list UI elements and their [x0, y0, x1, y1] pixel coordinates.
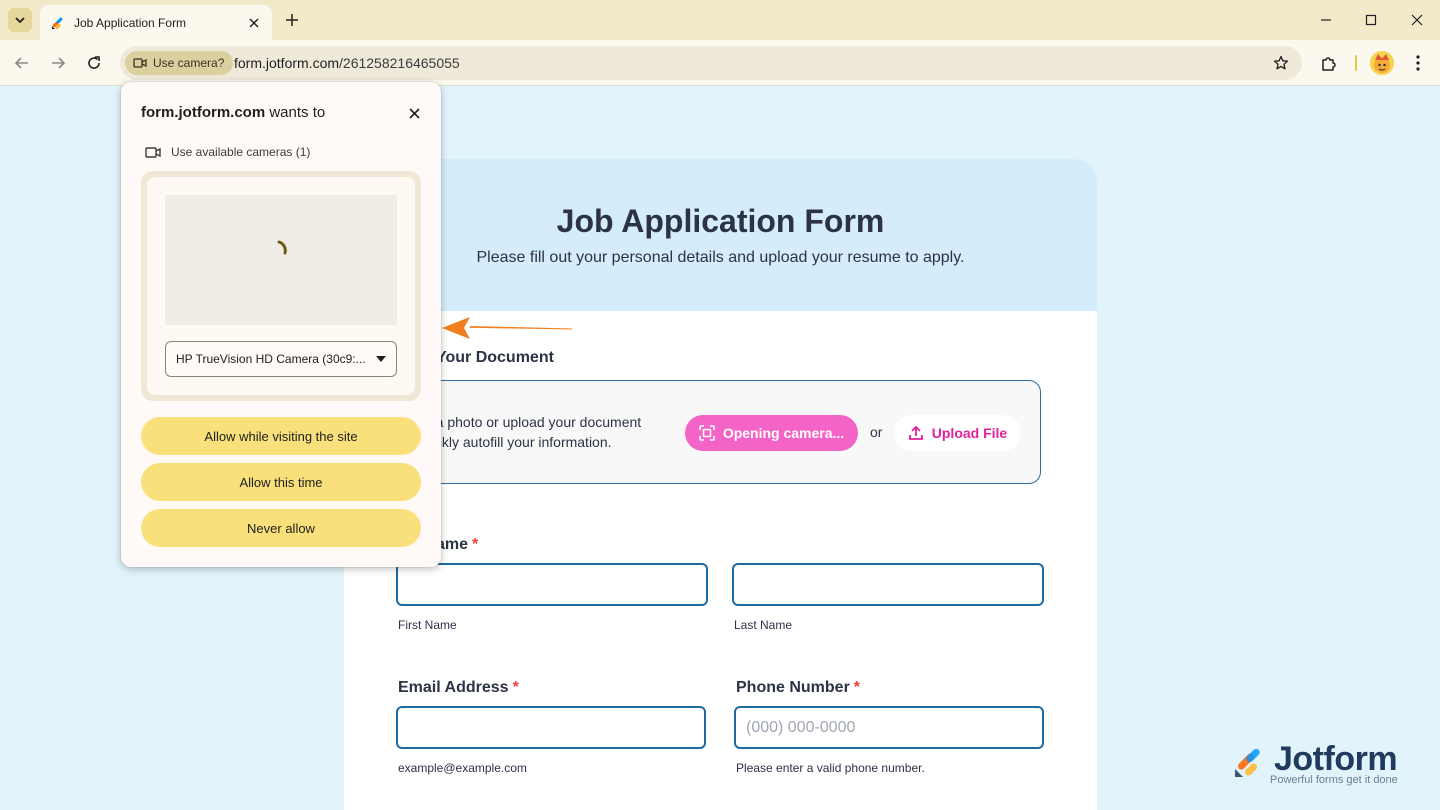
tab-search-button[interactable]	[8, 8, 32, 32]
permission-request-label: Use available cameras (1)	[171, 145, 311, 159]
tab-close-button[interactable]	[246, 15, 262, 31]
first-name-input[interactable]	[396, 563, 708, 606]
allow-this-time-button[interactable]: Allow this time	[141, 463, 421, 501]
maximize-icon	[1365, 14, 1377, 26]
open-camera-label: Opening camera...	[722, 425, 845, 441]
required-asterisk: *	[472, 536, 479, 553]
camera-select-dropdown[interactable]: HP TrueVision HD Camera (30c9:...	[165, 341, 397, 377]
permission-wants-to: wants to	[265, 104, 326, 121]
form-header: Job Application Form Please fill out you…	[344, 159, 1097, 311]
reload-button[interactable]	[82, 51, 106, 75]
plus-icon	[286, 14, 298, 26]
star-icon	[1273, 55, 1289, 70]
puzzle-icon	[1322, 57, 1336, 71]
camera-preview-inner: HP TrueVision HD Camera (30c9:...	[147, 177, 415, 395]
camera-preview-panel: HP TrueVision HD Camera (30c9:...	[141, 171, 421, 401]
url-host: form.jotform.com	[234, 55, 340, 71]
last-name-sublabel: Last Name	[734, 618, 793, 632]
permission-request-row: Use available cameras (1)	[145, 145, 310, 159]
avatar-icon	[1374, 54, 1390, 73]
arrow-right-icon	[52, 57, 66, 69]
upload-icon	[908, 425, 923, 440]
upload-file-button[interactable]: Upload File	[894, 415, 1021, 451]
profile-button[interactable]	[1370, 51, 1394, 75]
jotform-watermark: Jotform Powerful forms get it done	[1232, 740, 1410, 790]
required-asterisk: *	[853, 679, 861, 696]
new-tab-button[interactable]	[282, 10, 302, 30]
email-label: Email Address *	[398, 679, 519, 697]
url-text: form.jotform.com/261258216465055	[234, 55, 460, 71]
camera-select-value: HP TrueVision HD Camera (30c9:...	[176, 352, 366, 366]
tab-title: Job Application Form	[74, 15, 187, 30]
phone-input[interactable]	[734, 706, 1044, 749]
phone-sublabel: Please enter a valid phone number.	[736, 761, 925, 775]
loading-spinner-icon	[277, 240, 287, 255]
jotform-icon	[52, 17, 63, 29]
permission-title: form.jotform.com wants to	[141, 104, 325, 121]
first-name-sublabel: First Name	[398, 618, 457, 632]
close-icon	[1411, 14, 1423, 26]
minimize-icon	[1321, 19, 1331, 21]
back-button[interactable]	[10, 51, 34, 75]
allow-while-visiting-button[interactable]: Allow while visiting the site	[141, 417, 421, 455]
email-input[interactable]	[396, 706, 706, 749]
url-path: /261258216465055	[339, 55, 460, 71]
required-asterisk: *	[512, 679, 519, 696]
watermark-tagline: Powerful forms get it done	[1270, 774, 1398, 786]
phone-label: Phone Number *	[736, 679, 860, 697]
document-scan-box: e a photo or upload your document uickly…	[404, 380, 1041, 484]
close-icon	[249, 18, 259, 27]
video-camera-icon	[145, 146, 161, 158]
scan-icon	[699, 425, 715, 441]
chevron-down-icon	[15, 17, 25, 24]
form-subtitle: Please fill out your personal details an…	[476, 249, 965, 266]
extensions-button[interactable]	[1318, 52, 1340, 74]
form-title: Job Application Form	[556, 203, 885, 239]
or-separator: or	[870, 424, 883, 440]
document-section-label: Your Document	[436, 349, 554, 366]
open-camera-button[interactable]: Opening camera...	[685, 415, 858, 451]
permission-chip-label: Use camera?	[153, 56, 225, 70]
maximize-button[interactable]	[1359, 8, 1383, 32]
jotform-logo-icon	[1235, 748, 1260, 777]
never-allow-button[interactable]: Never allow	[141, 509, 421, 547]
reload-icon	[88, 56, 100, 69]
email-label-text: Email Address	[398, 679, 509, 696]
minimize-button[interactable]	[1314, 8, 1338, 32]
upload-file-label: Upload File	[931, 425, 1008, 441]
name-label: ame *	[436, 536, 478, 554]
browser-menu-button[interactable]	[1406, 51, 1430, 75]
arrow-left-icon	[14, 57, 28, 69]
annotation-arrow	[442, 317, 572, 339]
tab-job-application[interactable]: Job Application Form	[40, 5, 272, 40]
tab-strip: Job Application Form	[0, 0, 1440, 40]
bookmark-button[interactable]	[1272, 54, 1290, 72]
phone-label-text: Phone Number	[736, 679, 850, 696]
permission-close-button[interactable]	[405, 104, 423, 122]
forward-button[interactable]	[46, 51, 70, 75]
last-name-input[interactable]	[732, 563, 1044, 606]
camera-permission-popup: form.jotform.com wants to Use available …	[121, 82, 441, 567]
vertical-dots-icon	[1416, 55, 1420, 71]
permission-site: form.jotform.com	[141, 104, 266, 121]
video-camera-icon	[133, 58, 147, 68]
browser-toolbar: Use camera? form.jotform.com/26125821646…	[0, 40, 1440, 86]
camera-preview	[165, 195, 397, 325]
scan-description: e a photo or upload your document uickly…	[424, 414, 642, 450]
close-icon	[408, 107, 420, 119]
close-window-button[interactable]	[1405, 8, 1429, 32]
email-sublabel: example@example.com	[398, 761, 527, 775]
caret-down-icon	[376, 356, 386, 362]
toolbar-divider	[1355, 55, 1357, 71]
camera-permission-chip[interactable]: Use camera?	[125, 51, 234, 75]
address-bar[interactable]: Use camera? form.jotform.com/26125821646…	[120, 46, 1302, 80]
form-card: Job Application Form Please fill out you…	[344, 159, 1097, 810]
